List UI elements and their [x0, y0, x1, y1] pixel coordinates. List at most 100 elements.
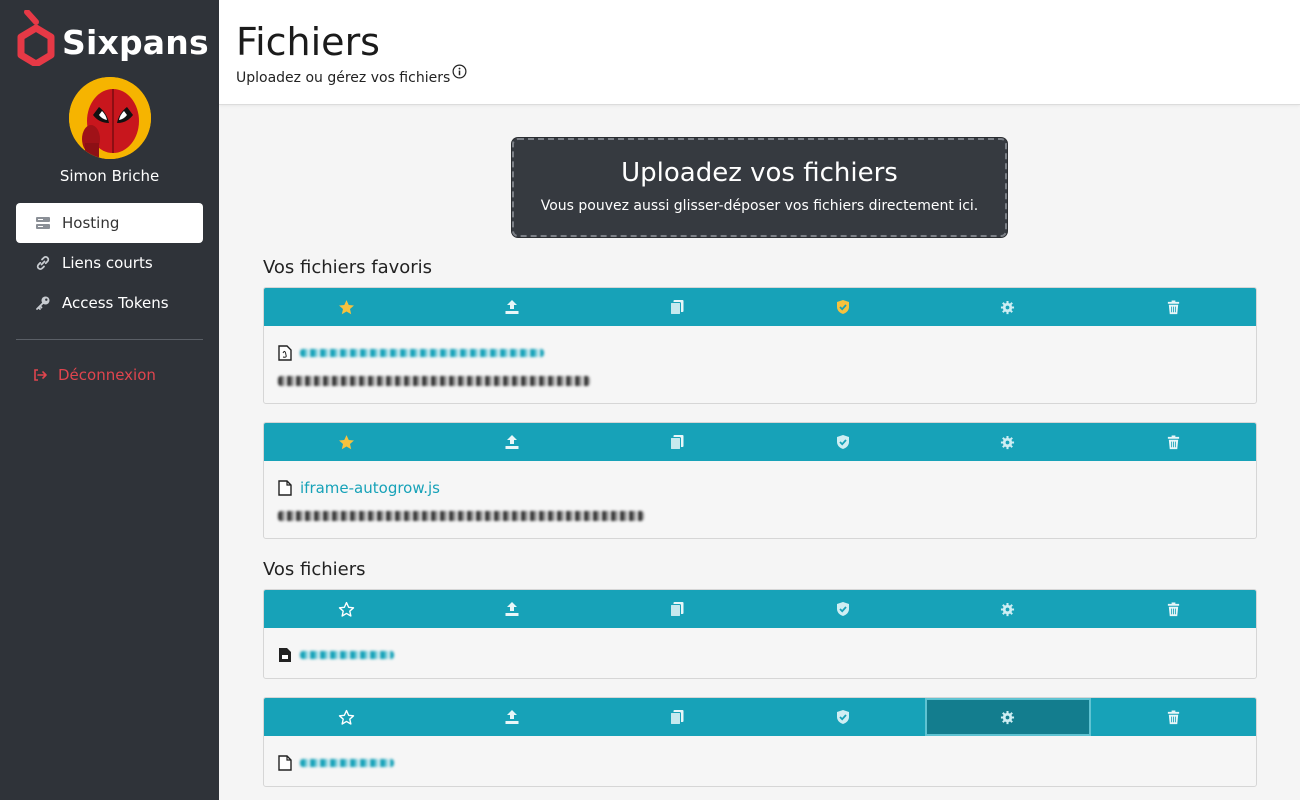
file-info [264, 628, 1256, 666]
favorite-button[interactable] [264, 288, 429, 326]
file-description [278, 505, 1242, 527]
protect-button[interactable] [760, 698, 925, 736]
file-description [278, 370, 1242, 392]
shield-icon [836, 602, 849, 616]
star-icon [339, 434, 355, 449]
file-name-row: iframe-autogrow.js [278, 477, 1242, 499]
sidebar-nav: Hosting Liens courts Access Tokens [16, 203, 203, 323]
settings-button[interactable] [925, 423, 1090, 461]
file-info [264, 326, 1256, 392]
app-name: Sixpans [62, 22, 209, 62]
file-toolbar [264, 698, 1256, 736]
delete-button[interactable] [1091, 698, 1256, 736]
file-name-link[interactable] [300, 349, 544, 357]
copy-link-button[interactable] [595, 288, 760, 326]
upload-icon [505, 710, 519, 724]
file-description-text [278, 511, 644, 521]
file-name-link[interactable] [300, 651, 394, 659]
shield-icon [836, 300, 849, 314]
sign-out-icon [32, 367, 49, 384]
upload-dropzone[interactable]: Uploadez vos fichiers Vous pouvez aussi … [512, 138, 1007, 237]
copy-link-button[interactable] [595, 590, 760, 628]
server-icon [34, 215, 51, 232]
gear-icon [1001, 602, 1015, 616]
info-icon[interactable] [452, 64, 467, 79]
upload-icon [505, 435, 519, 449]
username: Simon Briche [59, 167, 160, 185]
file-name-link[interactable]: iframe-autogrow.js [300, 479, 440, 497]
page-header: Fichiers Uploadez ou gérez vos fichiers [219, 0, 1300, 105]
sidebar-item-access-tokens[interactable]: Access Tokens [16, 283, 203, 323]
file-card [263, 287, 1257, 404]
settings-button[interactable] [925, 698, 1091, 736]
delete-button[interactable] [1091, 288, 1256, 326]
settings-button[interactable] [925, 590, 1090, 628]
reupload-button[interactable] [429, 288, 594, 326]
protect-button[interactable] [760, 423, 925, 461]
sidebar-item-liens-courts[interactable]: Liens courts [16, 243, 203, 283]
file-icon [278, 755, 292, 771]
file-toolbar [264, 288, 1256, 326]
star-outline-icon [338, 709, 355, 725]
delete-button[interactable] [1091, 423, 1256, 461]
gear-icon [1001, 300, 1015, 314]
sidebar-item-label: Liens courts [62, 254, 153, 272]
protect-button[interactable] [760, 590, 925, 628]
pdf-file-icon [278, 345, 292, 361]
sixpans-logo-icon [17, 10, 55, 66]
star-icon [339, 299, 355, 314]
logout-label: Déconnexion [58, 366, 156, 384]
page-subtitle: Uploadez ou gérez vos fichiers [236, 64, 467, 86]
sidebar-item-label: Access Tokens [62, 294, 169, 312]
file-name-row [278, 644, 1242, 666]
upload-title: Uploadez vos fichiers [621, 158, 898, 188]
copy-link-button[interactable] [595, 698, 760, 736]
trash-icon [1167, 299, 1179, 314]
trash-icon [1167, 434, 1179, 449]
avatar[interactable] [69, 77, 151, 159]
file-info: iframe-autogrow.js [264, 461, 1256, 527]
upload-icon [505, 300, 519, 314]
trash-icon [1167, 709, 1179, 724]
copy-icon [670, 300, 684, 315]
sidebar-item-label: Hosting [62, 214, 120, 232]
reupload-button[interactable] [429, 698, 594, 736]
file-description-text [278, 376, 590, 386]
favorites-section-title: Vos fichiers favoris [263, 257, 433, 278]
key-icon [34, 295, 51, 312]
star-outline-icon [338, 601, 355, 617]
copy-link-button[interactable] [595, 423, 760, 461]
files-section-title: Vos fichiers [263, 559, 366, 580]
gear-icon [1001, 435, 1015, 449]
file-name-link[interactable] [300, 759, 394, 767]
file-toolbar [264, 590, 1256, 628]
file-card [263, 697, 1257, 787]
gear-icon [1001, 710, 1015, 724]
sidebar: Sixpans Simon Briche Hosting Liens court… [0, 0, 219, 800]
protect-button[interactable] [760, 288, 925, 326]
media-file-icon [279, 648, 291, 662]
reupload-button[interactable] [429, 423, 594, 461]
reupload-button[interactable] [429, 590, 594, 628]
trash-icon [1167, 601, 1179, 616]
file-name-row [278, 342, 1242, 364]
copy-icon [670, 710, 684, 725]
favorite-button[interactable] [264, 698, 429, 736]
file-name-row [278, 752, 1242, 774]
file-icon [278, 480, 292, 496]
delete-button[interactable] [1091, 590, 1256, 628]
favorite-button[interactable] [264, 423, 429, 461]
copy-icon [670, 435, 684, 450]
file-toolbar [264, 423, 1256, 461]
settings-button[interactable] [925, 288, 1090, 326]
sidebar-divider [16, 339, 203, 340]
logout-link[interactable]: Déconnexion [32, 366, 156, 384]
link-icon [34, 255, 51, 272]
favorite-button[interactable] [264, 590, 429, 628]
page-title: Fichiers [236, 20, 380, 64]
sidebar-item-hosting[interactable]: Hosting [16, 203, 203, 243]
upload-icon [505, 602, 519, 616]
shield-icon [836, 710, 849, 724]
app-logo[interactable]: Sixpans [16, 10, 209, 66]
upload-subtitle: Vous pouvez aussi glisser-déposer vos fi… [540, 198, 979, 214]
